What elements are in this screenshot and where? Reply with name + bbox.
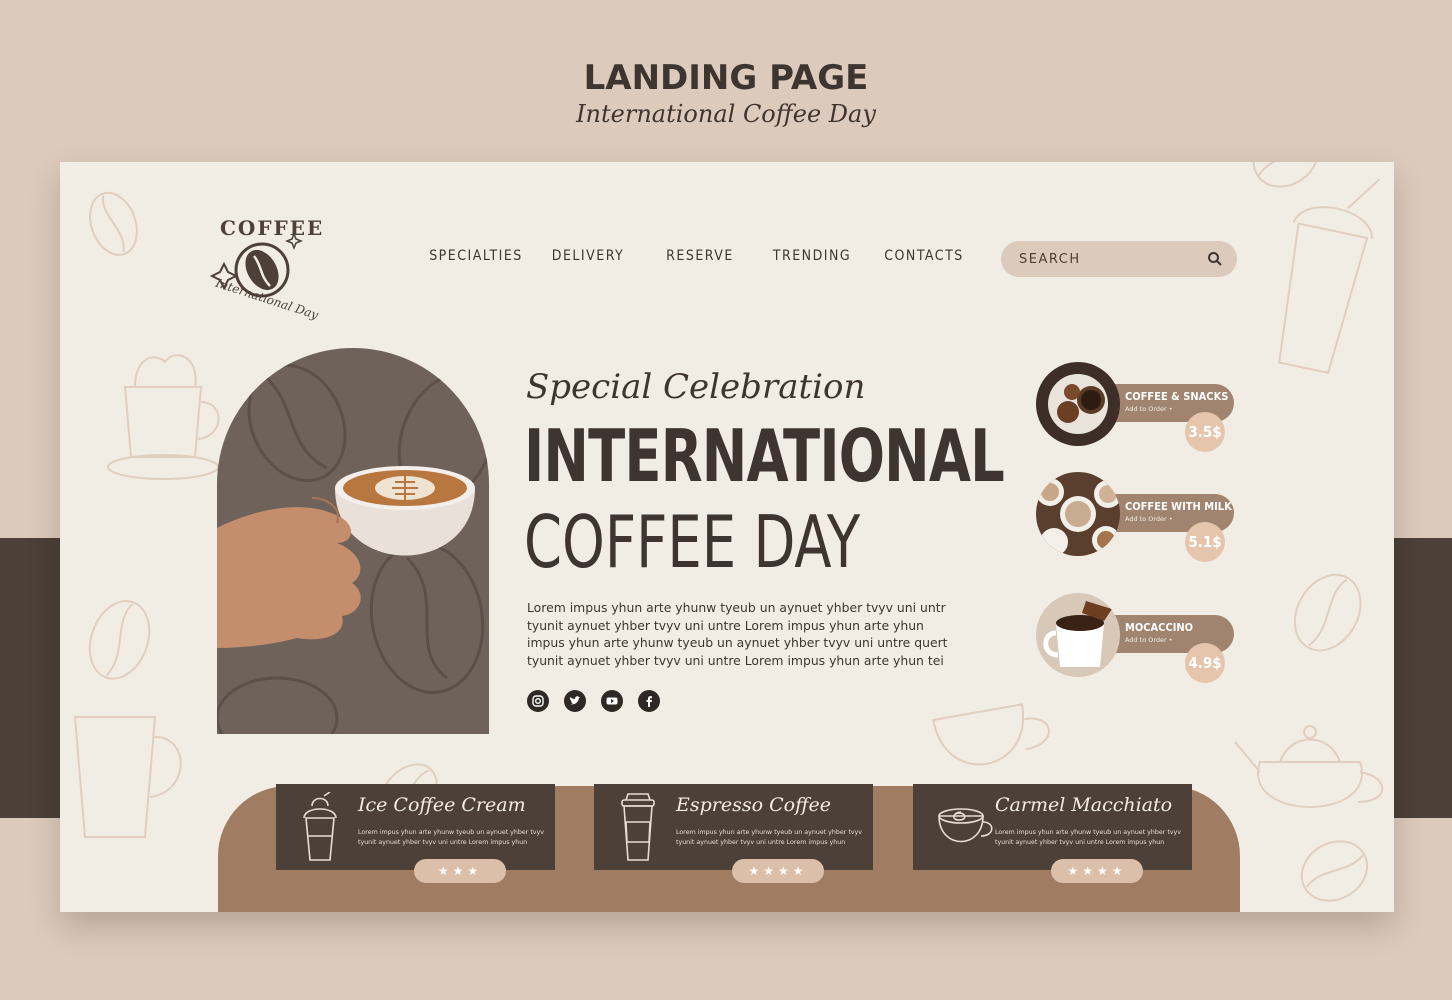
- bean-doodle-icon: [1252, 162, 1320, 188]
- hero-body-text: Lorem impus yhun arte yhunw tyeub un ayn…: [527, 600, 948, 669]
- product-title: Espresso Coffee: [676, 794, 832, 816]
- price-badge: 4.9$: [1185, 643, 1225, 683]
- youtube-icon[interactable]: [601, 690, 623, 712]
- add-to-order-link[interactable]: Add to Order •: [1125, 405, 1173, 413]
- nav-item-contacts[interactable]: CONTACTS: [868, 248, 980, 264]
- coffee-day-logo[interactable]: COFFEE International Day: [210, 214, 325, 324]
- menu-card-mocaccino[interactable]: MOCACCINO Add to Order • 4.9$: [1036, 593, 1236, 683]
- product-description: Lorem impus yhun arte yhunw tyeub un ayn…: [995, 829, 1181, 846]
- coffee-milk-photo: [1036, 472, 1120, 556]
- search-input[interactable]: [1019, 241, 1189, 277]
- price-badge: 5.1$: [1185, 522, 1225, 562]
- price-badge: 3.5$: [1185, 412, 1225, 452]
- landing-page-mockup: COFFEE International Day SPECIALTIES DEL…: [60, 162, 1394, 912]
- nav-item-reserve[interactable]: RESERVE: [644, 248, 756, 264]
- teapot-doodle-icon: [1234, 725, 1384, 808]
- latte-hand-illustration: [217, 363, 489, 734]
- menu-card-coffee-snacks[interactable]: COFFEE & SNACKS Add to Order • 3.5$: [1036, 362, 1236, 452]
- main-nav: SPECIALTIES DELIVERY RESERVE TRENDING CO…: [420, 248, 980, 264]
- product-card-caramel-macchiato[interactable]: Carmel Macchiato Lorem impus yhun arte y…: [913, 784, 1192, 870]
- search-icon[interactable]: [1207, 251, 1223, 267]
- logo-top-text: COFFEE: [220, 216, 325, 240]
- product-description: Lorem impus yhun arte yhunw tyeub un ayn…: [676, 829, 862, 846]
- search-bar: [1001, 241, 1237, 277]
- product-card-espresso[interactable]: Espresso Coffee Lorem impus yhun arte yh…: [594, 784, 873, 870]
- social-links: [527, 690, 660, 712]
- nav-item-trending[interactable]: TRENDING: [756, 248, 868, 264]
- cup-doodle-icon: [932, 703, 1050, 766]
- hero-kicker: Special Celebration: [526, 367, 866, 407]
- menu-item-name: COFFEE & SNACKS: [1125, 390, 1229, 403]
- rating-stars: ★★★★: [1051, 859, 1143, 883]
- bean-doodle-icon: [1300, 840, 1369, 902]
- nav-item-delivery[interactable]: DELIVERY: [532, 248, 644, 264]
- mocaccino-photo: [1036, 593, 1120, 677]
- facebook-icon[interactable]: [638, 690, 660, 712]
- hero-image-latte: [217, 348, 489, 734]
- menu-card-coffee-milk[interactable]: COFFEE WITH MILK Add to Order • 5.1$: [1036, 472, 1236, 562]
- hero-title-line2: COFFEE DAY: [524, 500, 861, 584]
- rating-stars: ★★★★: [732, 859, 824, 883]
- coffee-cup-icon: [938, 808, 993, 843]
- takeaway-cup-icon: [621, 793, 655, 861]
- iced-coffee-icon: [303, 792, 337, 861]
- instagram-icon[interactable]: [527, 690, 549, 712]
- mug-doodle-icon: [73, 716, 182, 838]
- takeaway-doodle-icon: [1278, 178, 1381, 375]
- bean-doodle-icon: [89, 191, 138, 256]
- coffee-snacks-photo: [1036, 362, 1120, 446]
- menu-item-name: MOCACCINO: [1125, 621, 1194, 634]
- product-title: Carmel Macchiato: [995, 794, 1173, 816]
- hero-title-line1: INTERNATIONAL: [524, 414, 1005, 498]
- product-title: Ice Coffee Cream: [358, 794, 526, 816]
- header-title: LANDING PAGE: [583, 58, 869, 98]
- rating-stars: ★★★: [414, 859, 506, 883]
- add-to-order-link[interactable]: Add to Order •: [1125, 636, 1173, 644]
- bean-doodle-icon: [88, 600, 151, 680]
- add-to-order-link[interactable]: Add to Order •: [1125, 515, 1173, 523]
- nav-item-specialties[interactable]: SPECIALTIES: [420, 248, 532, 264]
- header-subtitle: International Coffee Day: [576, 100, 876, 128]
- product-description: Lorem impus yhun arte yhunw tyeub un ayn…: [358, 829, 544, 846]
- bean-doodle-icon: [1293, 573, 1362, 652]
- menu-item-name: COFFEE WITH MILK: [1125, 500, 1232, 513]
- product-card-ice-coffee[interactable]: Ice Coffee Cream Lorem impus yhun arte y…: [276, 784, 555, 870]
- cup-doodle-icon: [107, 354, 220, 480]
- twitter-icon[interactable]: [564, 690, 586, 712]
